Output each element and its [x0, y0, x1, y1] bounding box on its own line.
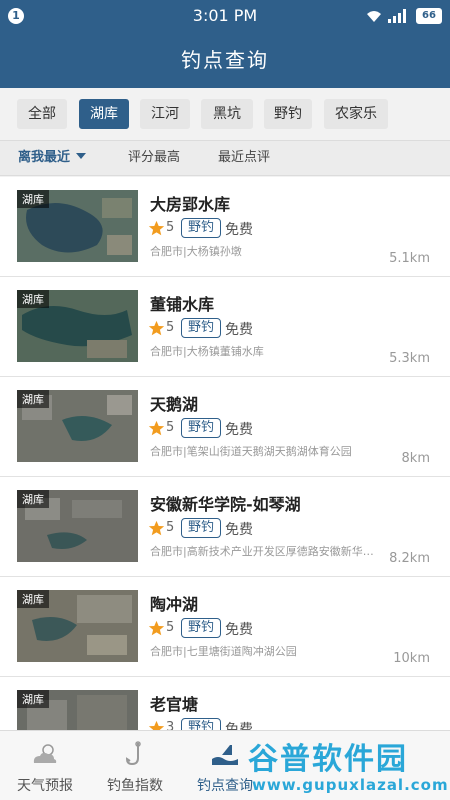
star-icon	[148, 220, 165, 236]
filter-chip-river[interactable]: 江河	[140, 99, 190, 129]
distance: 10km	[393, 651, 430, 666]
category-filter-bar: 全部 湖库 江河 黑坑 野钓 农家乐	[0, 88, 450, 140]
list-item[interactable]: 湖库 安徽新华学院-如琴湖 5 野钓 免费 合肥市|高新技术产业开发区厚德路安徽…	[0, 477, 450, 577]
satellite-thumbnail: 湖库	[17, 290, 138, 362]
type-badge: 野钓	[181, 318, 222, 338]
list-item[interactable]: 湖库 陶冲湖 5 野钓 免费 合肥市|七里塘街道陶冲湖公园 10km	[0, 577, 450, 677]
fee-label: 免费	[225, 322, 253, 338]
sort-top-rated[interactable]: 评分最高	[128, 141, 180, 175]
rating-value: 5	[166, 620, 175, 635]
category-tag: 湖库	[17, 490, 49, 508]
type-badge: 野钓	[181, 718, 222, 730]
sort-latest-review[interactable]: 最近点评	[218, 141, 270, 175]
type-badge: 野钓	[181, 618, 222, 638]
address: 合肥市|七里塘街道陶冲湖公园	[150, 645, 297, 658]
list-item[interactable]: 湖库 董铺水库 5 野钓 免费 合肥市|大杨镇董铺水库 5.3km	[0, 277, 450, 377]
weather-icon	[33, 744, 57, 763]
star-icon	[148, 720, 165, 730]
chevron-down-icon	[76, 153, 87, 159]
type-badge: 野钓	[181, 218, 222, 238]
filter-chip-pay-pond[interactable]: 黑坑	[201, 99, 253, 129]
satellite-thumbnail: 湖库	[17, 390, 138, 462]
star-icon	[148, 420, 165, 436]
list-item[interactable]: 湖库 老官塘 3 野钓 免费	[0, 677, 450, 730]
type-badge: 野钓	[181, 418, 222, 438]
distance: 5.1km	[389, 251, 430, 266]
watermark-title: 谷普软件园	[248, 742, 408, 777]
fee-label: 免费	[225, 222, 253, 238]
spot-name: 陶冲湖	[150, 595, 199, 614]
category-tag: 湖库	[17, 590, 49, 608]
address: 合肥市|笔架山街道天鹅湖天鹅湖体育公园	[150, 445, 352, 458]
category-tag: 湖库	[17, 290, 49, 308]
tab-weather-label: 天气预报	[17, 778, 73, 794]
rating-value: 5	[166, 220, 175, 235]
spot-icon	[212, 745, 238, 765]
tab-weather[interactable]: 天气预报	[0, 731, 90, 800]
list-item[interactable]: 湖库 天鹅湖 5 野钓 免费 合肥市|笔架山街道天鹅湖天鹅湖体育公园 8km	[0, 377, 450, 477]
rating-value: 5	[166, 520, 175, 535]
distance: 8.2km	[389, 551, 430, 566]
watermark-logo: 谷普软件园 www.gupuxlazal.com	[248, 734, 448, 796]
star-icon	[148, 620, 165, 636]
filter-chip-lake[interactable]: 湖库	[79, 99, 129, 129]
spot-name: 安徽新华学院-如琴湖	[150, 495, 301, 514]
fee-label: 免费	[225, 522, 253, 538]
fee-label: 免费	[225, 422, 253, 438]
fishing-hook-icon	[125, 741, 141, 766]
list-item[interactable]: 湖库 大房郢水库 5 野钓 免费 合肥市|大杨镇孙墩 5.1km	[0, 177, 450, 277]
sort-nearest[interactable]: 离我最近	[18, 141, 87, 175]
spot-name: 大房郢水库	[150, 195, 231, 214]
status-bar: 1 3:01 PM 66	[0, 0, 450, 32]
watermark-url: www.gupuxlazal.com	[252, 776, 449, 794]
address: 合肥市|大杨镇孙墩	[150, 245, 242, 258]
fee-label: 免费	[225, 722, 253, 730]
satellite-thumbnail: 湖库	[17, 190, 138, 262]
distance: 5.3km	[389, 351, 430, 366]
sort-nearest-label: 离我最近	[18, 150, 71, 165]
spot-name: 老官塘	[150, 695, 199, 714]
filter-chip-farmhouse[interactable]: 农家乐	[324, 99, 388, 129]
category-tag: 湖库	[17, 390, 49, 408]
spot-name: 董铺水库	[150, 295, 215, 314]
type-badge: 野钓	[181, 518, 222, 538]
battery-icon: 66	[416, 8, 442, 24]
wifi-icon	[367, 11, 381, 22]
tab-fishing-index[interactable]: 钓鱼指数	[90, 731, 180, 800]
signal-icon	[388, 9, 406, 23]
filter-chip-all[interactable]: 全部	[17, 99, 67, 129]
tab-fishing-index-label: 钓鱼指数	[107, 778, 163, 794]
category-tag: 湖库	[17, 690, 49, 708]
spot-name: 天鹅湖	[150, 395, 199, 414]
satellite-thumbnail: 湖库	[17, 490, 138, 562]
spot-list: 湖库 大房郢水库 5 野钓 免费 合肥市|大杨镇孙墩 5.1km 湖库 董铺水库…	[0, 177, 450, 730]
rating-value: 5	[166, 420, 175, 435]
satellite-thumbnail: 湖库	[17, 590, 138, 662]
distance: 8km	[401, 451, 430, 466]
page-title: 钓点查询	[0, 32, 450, 88]
sort-bar: 离我最近 评分最高 最近点评	[0, 140, 450, 176]
star-icon	[148, 520, 165, 536]
fee-label: 免费	[225, 622, 253, 638]
filter-chip-wild[interactable]: 野钓	[264, 99, 312, 129]
rating-value: 5	[166, 320, 175, 335]
address: 合肥市|高新技术产业开发区厚德路安徽新华…	[150, 545, 374, 558]
category-tag: 湖库	[17, 190, 49, 208]
satellite-thumbnail: 湖库	[17, 690, 138, 730]
star-icon	[148, 320, 165, 336]
address: 合肥市|大杨镇董铺水库	[150, 345, 264, 358]
status-time: 3:01 PM	[192, 6, 258, 25]
rating-value: 3	[166, 720, 175, 730]
